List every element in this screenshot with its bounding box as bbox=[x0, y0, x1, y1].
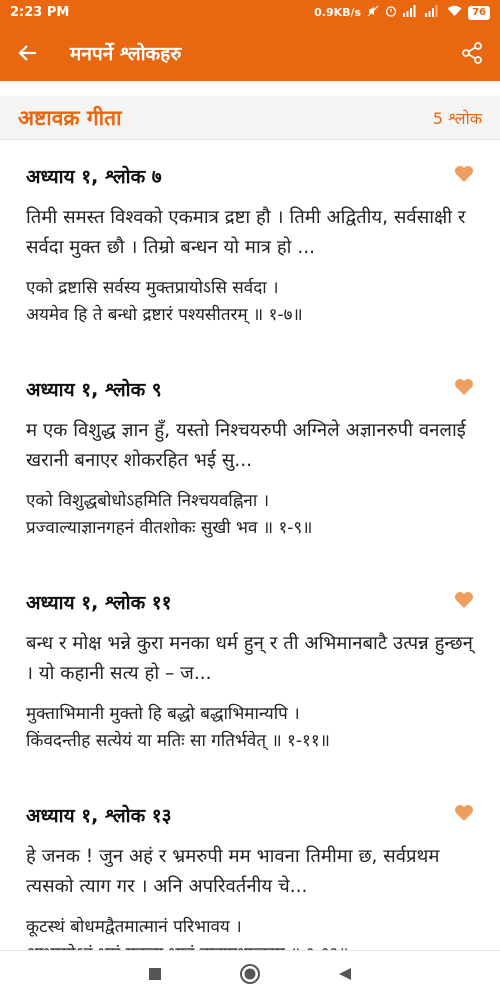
nav-back-button[interactable] bbox=[338, 966, 352, 985]
network-speed: 0.9KB/s bbox=[314, 6, 362, 19]
sanskrit-line-1: कूटस्थं बोधमद्वैतमात्मानं परिभावय । bbox=[26, 917, 242, 937]
verse-card[interactable]: अध्याय १, श्लोक ७ तिमी समस्त विश्वको एकम… bbox=[0, 141, 500, 354]
battery-icon: 76 bbox=[468, 5, 490, 20]
square-icon bbox=[149, 968, 162, 980]
sanskrit-line-2: प्रज्वाल्याज्ञानगहनं वीतशोकः सुखी भव ॥ १… bbox=[26, 518, 313, 538]
status-bar: 2:23 PM 0.9KB/s 76 bbox=[0, 0, 500, 25]
verse-sanskrit: एको विशुद्धबोधोऽहमिति निश्चयवह्निना । प्… bbox=[26, 488, 476, 542]
sanskrit-line-2: किंवदन्तीह सत्येयं या मतिः सा गतिर्भवेत्… bbox=[26, 731, 330, 751]
heart-icon bbox=[455, 166, 473, 182]
home-button[interactable] bbox=[239, 963, 261, 989]
verse-count: 5 श्लोक bbox=[432, 108, 482, 128]
sanskrit-line-2: अयमेव हि ते बन्धो द्रष्टारं पश्यसीतरम् ॥… bbox=[26, 305, 303, 325]
share-icon bbox=[462, 42, 482, 64]
verse-title: अध्याय १, श्लोक ९ bbox=[26, 379, 162, 401]
sanskrit-line-1: मुक्ताभिमानी मुक्तो हि बद्धो बद्धाभिमान्… bbox=[26, 704, 300, 724]
recents-button[interactable] bbox=[148, 966, 162, 985]
favorite-button[interactable] bbox=[454, 591, 474, 613]
section-title: अष्टावक्र गीता bbox=[18, 105, 122, 130]
verse-meaning: बन्ध र मोक्ष भन्ने कुरा मनका धर्म हुन् र… bbox=[26, 633, 473, 684]
signal-icon-2 bbox=[425, 5, 441, 20]
share-button[interactable] bbox=[444, 25, 500, 81]
heart-icon bbox=[455, 379, 473, 395]
signal-icon bbox=[403, 5, 419, 20]
status-time: 2:23 PM bbox=[10, 5, 70, 20]
arrow-left-icon bbox=[18, 45, 36, 61]
system-nav-bar bbox=[0, 950, 500, 1000]
verse-meaning: म एक विशुद्ध ज्ञान हुँ, यस्तो निश्चयरुपी… bbox=[26, 420, 466, 471]
heart-icon bbox=[455, 805, 473, 821]
verse-title: अध्याय १, श्लोक ११ bbox=[26, 592, 172, 614]
back-button[interactable] bbox=[0, 25, 56, 81]
sanskrit-line-1: एको विशुद्धबोधोऽहमिति निश्चयवह्निना । bbox=[26, 491, 270, 511]
verse-title: अध्याय १, श्लोक १३ bbox=[26, 805, 172, 827]
heart-icon bbox=[455, 592, 473, 608]
favorite-button[interactable] bbox=[454, 804, 474, 826]
verse-list: अध्याय १, श्लोक ७ तिमी समस्त विश्वको एकम… bbox=[0, 141, 500, 993]
circle-icon bbox=[239, 963, 260, 984]
verse-title: अध्याय १, श्लोक ७ bbox=[26, 166, 162, 188]
verse-meaning: हे जनक ! जुन अहं र भ्रमरुपी मम भावना तिम… bbox=[26, 846, 440, 897]
app-bar: मनपर्ने श्लोकहरु bbox=[0, 25, 500, 81]
wifi-icon bbox=[447, 5, 462, 20]
verse-sanskrit: मुक्ताभिमानी मुक्तो हि बद्धो बद्धाभिमान्… bbox=[26, 701, 476, 755]
verse-card[interactable]: अध्याय १, श्लोक ११ बन्ध र मोक्ष भन्ने कु… bbox=[0, 567, 500, 780]
favorite-button[interactable] bbox=[454, 165, 474, 187]
verse-sanskrit: एको द्रष्टासि सर्वस्य मुक्तप्रायोऽसि सर्… bbox=[26, 275, 476, 329]
alarm-icon bbox=[385, 5, 397, 20]
verse-meaning: तिमी समस्त विश्वको एकमात्र द्रष्टा हौ । … bbox=[26, 207, 466, 258]
verse-card[interactable]: अध्याय १, श्लोक ९ म एक विशुद्ध ज्ञान हुँ… bbox=[0, 354, 500, 567]
mute-icon bbox=[367, 5, 379, 20]
page-title: मनपर्ने श्लोकहरु bbox=[70, 43, 182, 65]
status-indicators: 0.9KB/s 76 bbox=[314, 5, 490, 20]
sanskrit-line-1: एको द्रष्टासि सर्वस्य मुक्तप्रायोऽसि सर्… bbox=[26, 278, 279, 298]
favorite-button[interactable] bbox=[454, 378, 474, 400]
triangle-back-icon bbox=[338, 968, 351, 980]
section-header: अष्टावक्र गीता 5 श्लोक bbox=[0, 96, 500, 140]
